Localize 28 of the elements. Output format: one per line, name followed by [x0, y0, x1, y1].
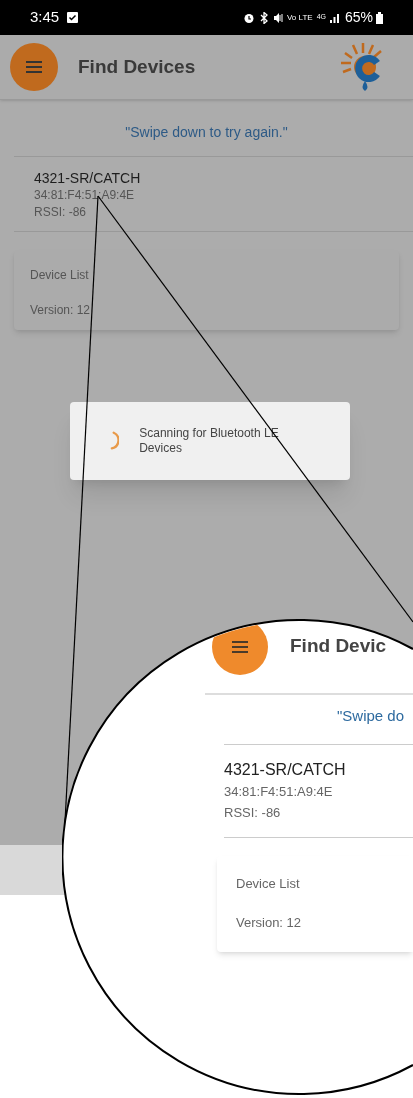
device-name: 4321-SR/CATCH [34, 169, 142, 187]
mute-icon [272, 11, 283, 24]
volte-label: Vo LTE [286, 11, 313, 24]
signal-icon [329, 12, 342, 23]
battery-percent: 65% [344, 8, 373, 27]
spinner-icon [110, 430, 120, 452]
battery-icon [376, 11, 383, 24]
device-name: 4321-SR/CATCH [224, 759, 347, 780]
menu-icon [232, 640, 248, 653]
device-rssi: RSSI: -86 [34, 204, 88, 221]
notification-icon [67, 12, 79, 23]
device-address: 34:81:F4:51:A9:4E [34, 187, 136, 204]
version-text: Version: 12 [236, 914, 303, 932]
page-title: Find Devices [78, 54, 196, 79]
bluetooth-icon [258, 11, 269, 24]
card-title: Device List [236, 874, 301, 893]
device-rssi: RSSI: -86 [224, 803, 282, 822]
hint-text: "Swipe down to try again." [124, 123, 289, 142]
version-text: Version: 12 [30, 302, 92, 319]
card-title: Device List [30, 267, 90, 284]
page-title: Find Devic [290, 634, 387, 659]
alarm-icon [242, 11, 255, 24]
hint-text: "Swipe do [337, 706, 406, 726]
device-address: 34:81:F4:51:A9:4E [224, 782, 334, 801]
device-item[interactable]: 4321-SR/CATCH 34:81:F4:51:A9:4E RSSI: -86 [224, 744, 413, 838]
device-item[interactable]: 4321-SR/CATCH 34:81:F4:51:A9:4E RSSI: -86 [14, 157, 413, 232]
clock-time: 3:45 [30, 7, 60, 28]
menu-icon [26, 61, 42, 73]
